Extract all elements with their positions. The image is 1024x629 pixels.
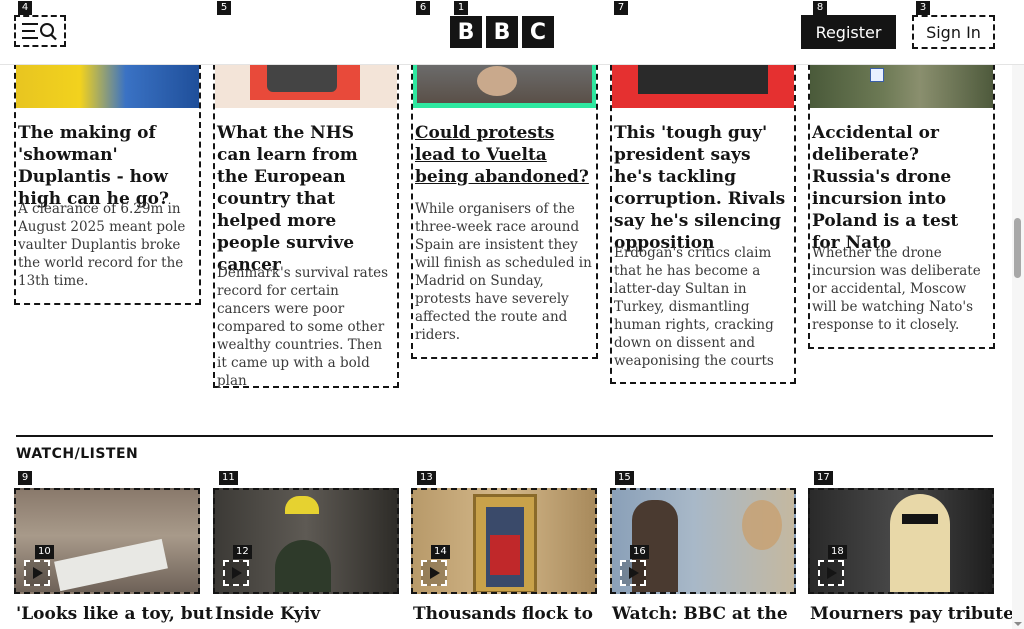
element-badge: 8 — [813, 1, 827, 15]
story-title[interactable]: This 'tough guy' president says he's tac… — [614, 122, 790, 254]
element-badge: 3 — [916, 1, 930, 15]
story-title[interactable]: The making of 'showman' Duplantis - how … — [18, 122, 195, 210]
element-badge: 10 — [35, 545, 54, 559]
element-badge: 14 — [431, 545, 450, 559]
video-thumbnail[interactable] — [610, 488, 796, 594]
element-badge: 6 — [416, 1, 430, 15]
section-divider — [16, 435, 993, 437]
story-image — [810, 64, 993, 108]
story-description: While organisers of the three-week race … — [415, 201, 592, 343]
logo-letter: C — [522, 16, 554, 48]
register-button[interactable]: Register — [801, 15, 896, 49]
video-title[interactable]: Watch: BBC at the — [612, 603, 788, 625]
logo-letter: B — [486, 16, 518, 48]
video-title[interactable]: Mourners pay tribute — [810, 603, 1014, 625]
play-icon — [827, 567, 837, 579]
play-button[interactable] — [421, 560, 447, 586]
menu-search-icon — [22, 23, 57, 41]
story-description: Erdogan's critics claim that he has beco… — [614, 245, 774, 369]
element-badge: 18 — [828, 545, 847, 559]
element-badge: 15 — [615, 471, 634, 485]
video-title[interactable]: Thousands flock to — [413, 603, 593, 625]
scroll-down-icon — [1014, 622, 1022, 626]
story-title[interactable]: What the NHS can learn from the European… — [217, 122, 393, 276]
story-image — [215, 64, 397, 108]
menu-search-button[interactable] — [14, 15, 66, 47]
element-badge: 5 — [217, 1, 231, 15]
video-thumbnail[interactable] — [213, 488, 399, 594]
sign-in-button[interactable]: Sign In — [912, 15, 995, 49]
page-scrollbar[interactable] — [1012, 0, 1024, 629]
video-thumbnail[interactable] — [411, 488, 597, 594]
play-button[interactable] — [620, 560, 646, 586]
video-thumbnail[interactable] — [14, 488, 200, 594]
story-description: A clearance of 6.29m in August 2025 mean… — [18, 201, 186, 289]
story-image — [612, 64, 794, 108]
story-title[interactable]: Accidental or deliberate? Russia's drone… — [812, 122, 989, 254]
story-description: Denmark's survival rates record for cert… — [217, 265, 389, 389]
element-badge: 9 — [18, 471, 32, 485]
video-title[interactable]: Inside Kyiv — [215, 603, 320, 625]
logo-letter: B — [450, 16, 482, 48]
scrollbar-thumb[interactable] — [1014, 218, 1021, 278]
element-badge: 17 — [814, 471, 833, 485]
story-title[interactable]: Could protests lead to Vuelta being aban… — [415, 122, 592, 188]
element-badge: 4 — [18, 1, 32, 15]
play-icon — [629, 567, 639, 579]
element-badge: 13 — [417, 471, 436, 485]
bbc-logo[interactable]: B B C — [450, 16, 554, 48]
play-button[interactable] — [24, 560, 50, 586]
story-description: Whether the drone incursion was delibera… — [812, 245, 981, 333]
play-button[interactable] — [818, 560, 844, 586]
play-button[interactable] — [223, 560, 249, 586]
section-title: WATCH/LISTEN — [16, 446, 139, 462]
video-title[interactable]: 'Looks like a toy, but — [16, 603, 213, 625]
element-badge: 11 — [219, 471, 238, 485]
element-badge: 12 — [233, 545, 252, 559]
element-badge: 1 — [454, 1, 468, 15]
element-badge: 7 — [614, 1, 628, 15]
site-header: 4 B B C 1 Register 8 Sign In 3 — [0, 0, 1024, 65]
play-icon — [232, 567, 242, 579]
play-icon — [33, 567, 43, 579]
story-image — [16, 64, 199, 108]
element-badge: 16 — [630, 545, 649, 559]
play-icon — [430, 567, 440, 579]
story-image — [413, 64, 596, 108]
video-thumbnail[interactable] — [808, 488, 994, 594]
